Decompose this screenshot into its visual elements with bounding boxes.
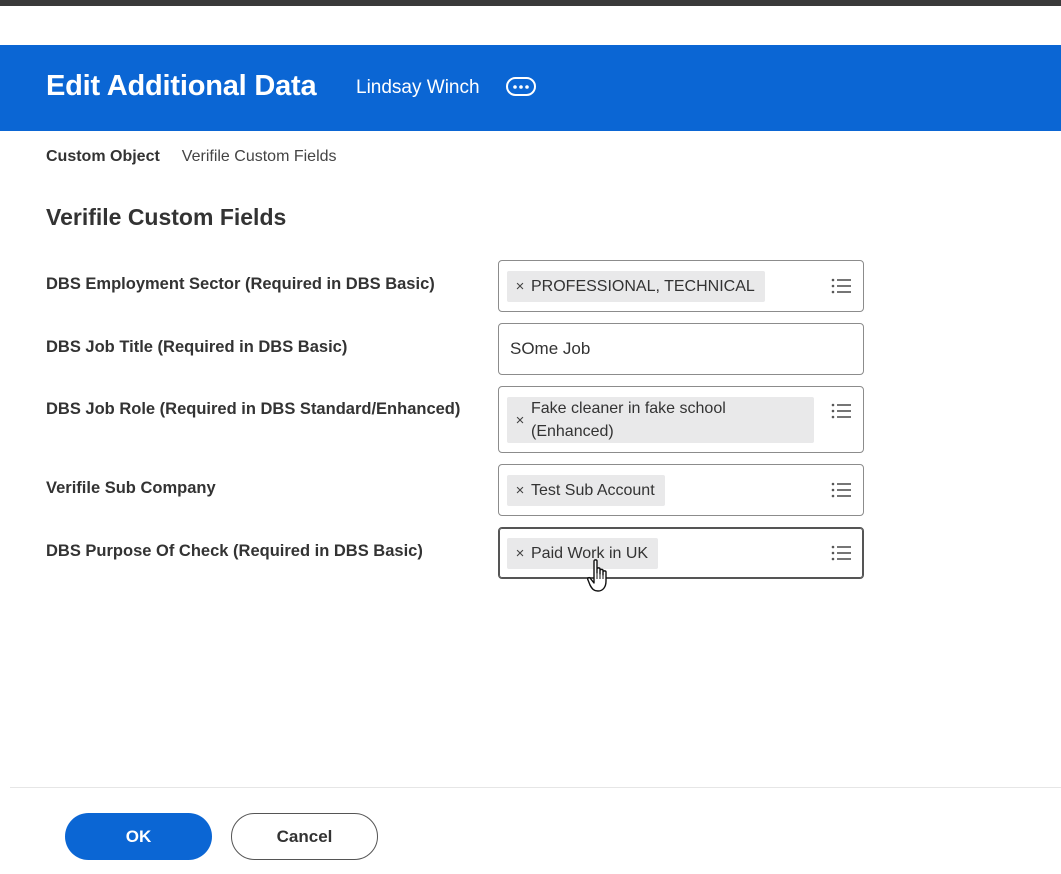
selected-value: PROFESSIONAL, TECHNICAL (531, 278, 755, 295)
remove-icon[interactable]: × (509, 278, 531, 295)
worker-name[interactable]: Lindsay Winch (356, 77, 480, 99)
footer-divider (10, 787, 1061, 788)
job-title-label: DBS Job Title (Required in DBS Basic) (46, 338, 348, 356)
job-role-prompt[interactable]: × Fake cleaner in fake school (Enhanced) (498, 386, 864, 453)
page-header: Edit Additional Data Lindsay Winch (0, 45, 1061, 131)
edit-additional-data-dialog: Edit Additional Data Lindsay Winch Custo… (0, 0, 1061, 874)
selected-pill: × Test Sub Account (507, 475, 665, 506)
list-icon[interactable] (831, 482, 851, 498)
purpose-of-check-prompt[interactable]: × Paid Work in UK (498, 527, 864, 579)
ok-button[interactable]: OK (65, 813, 212, 860)
job-title-field[interactable] (498, 323, 864, 375)
selected-pill: × Fake cleaner in fake school (Enhanced) (507, 397, 814, 443)
hand-pointer-icon (587, 559, 607, 592)
remove-icon[interactable]: × (509, 482, 531, 499)
purpose-of-check-label: DBS Purpose Of Check (Required in DBS Ba… (46, 542, 423, 560)
list-icon[interactable] (831, 278, 851, 294)
selected-pill: × PROFESSIONAL, TECHNICAL (507, 271, 765, 302)
selected-value: Fake cleaner in fake school (Enhanced) (531, 397, 736, 443)
list-icon[interactable] (831, 545, 851, 561)
section-title: Verifile Custom Fields (46, 204, 287, 230)
job-role-label: DBS Job Role (Required in DBS Standard/E… (46, 400, 461, 418)
page-title: Edit Additional Data (46, 70, 317, 102)
background-app-toolbar (0, 0, 1061, 6)
sub-company-label: Verifile Sub Company (46, 479, 216, 497)
selected-pill: × Paid Work in UK (507, 538, 659, 569)
sub-company-prompt[interactable]: × Test Sub Account (498, 464, 864, 516)
cancel-button[interactable]: Cancel (231, 813, 378, 860)
selected-value: Test Sub Account (531, 482, 655, 499)
employment-sector-label: DBS Employment Sector (Required in DBS B… (46, 275, 435, 293)
employment-sector-prompt[interactable]: × PROFESSIONAL, TECHNICAL (498, 260, 864, 312)
ellipsis-icon (513, 84, 529, 89)
selected-value-line-2: (Enhanced) (531, 423, 614, 440)
list-icon[interactable] (831, 403, 851, 419)
related-actions-button[interactable] (506, 77, 536, 96)
breadcrumb-object-label: Custom Object (46, 148, 160, 165)
breadcrumb-object-value: Verifile Custom Fields (181, 148, 337, 165)
remove-icon[interactable]: × (509, 412, 531, 429)
selected-value-line-1: Fake cleaner in fake school (531, 400, 726, 417)
remove-icon[interactable]: × (509, 545, 531, 562)
breadcrumb: Custom Object Verifile Custom Fields (46, 148, 337, 166)
job-title-input[interactable] (499, 324, 863, 374)
